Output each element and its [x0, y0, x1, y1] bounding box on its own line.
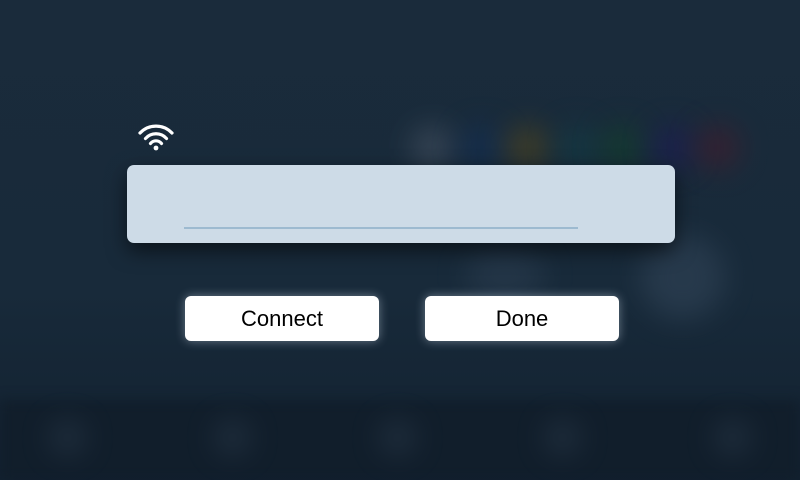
background-icon	[715, 420, 750, 455]
background-tile	[555, 125, 600, 170]
background-tile	[695, 125, 740, 170]
wifi-icon	[138, 124, 174, 151]
background-tile	[650, 125, 695, 170]
background-icon	[380, 420, 415, 455]
wifi-password-panel	[127, 165, 675, 243]
background-tile	[410, 125, 455, 170]
done-button[interactable]: Done	[425, 296, 619, 341]
background-tile	[640, 235, 725, 320]
background-icon	[545, 420, 580, 455]
background-icon	[215, 420, 250, 455]
background-tile	[460, 125, 505, 170]
background-tile	[505, 125, 550, 170]
connect-button[interactable]: Connect	[185, 296, 379, 341]
background-tile	[465, 250, 545, 300]
password-input[interactable]	[184, 205, 578, 229]
background-tile	[600, 125, 645, 170]
background-icon	[50, 420, 85, 455]
